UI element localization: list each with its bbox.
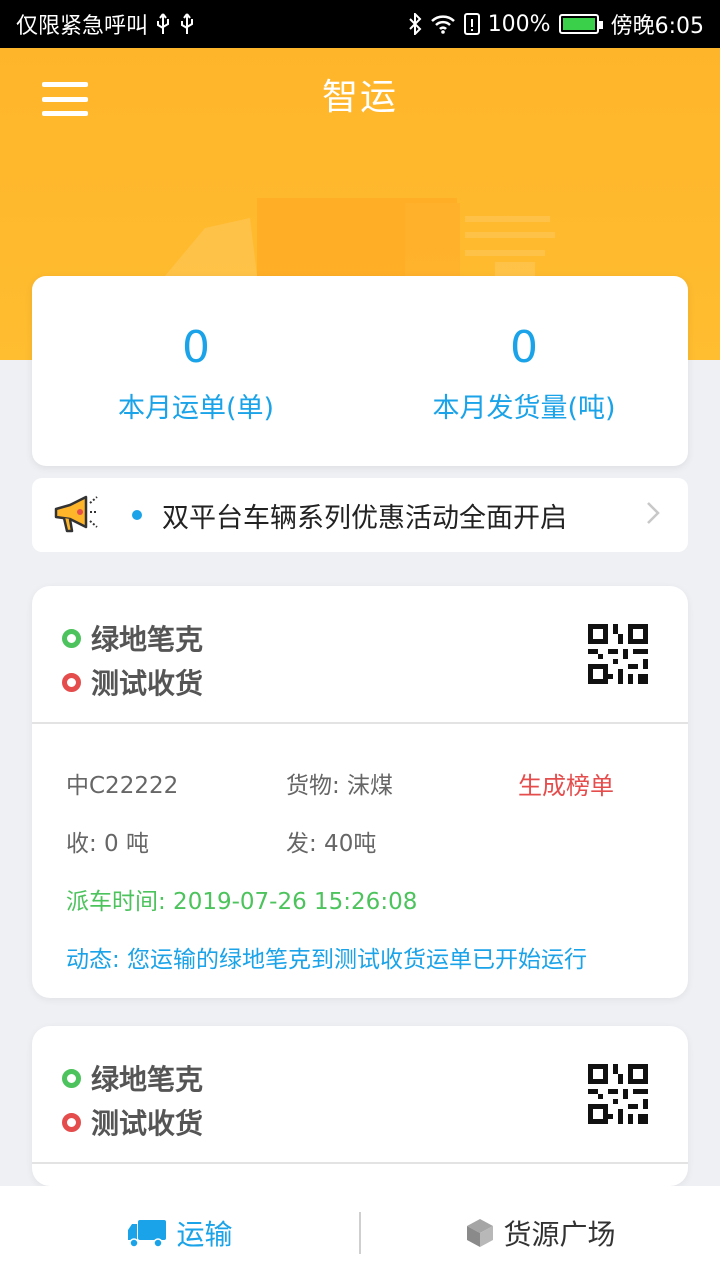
usb-icon: [181, 13, 194, 34]
bottom-tab-bar: 运输 货源广场: [0, 1186, 720, 1280]
tab-transport-label: 运输: [176, 1218, 233, 1251]
monthly-orders-value: 0: [182, 322, 210, 373]
notice-text: 双平台车辆系列优惠活动全面开启: [162, 502, 567, 534]
megaphone-icon: [54, 495, 98, 533]
usb-icon: [157, 13, 170, 34]
origin-dot-icon: [62, 1068, 81, 1088]
sent-amount: 发: 40吨: [286, 831, 377, 857]
chevron-right-icon: [646, 499, 676, 532]
battery-percent: 100%: [487, 11, 551, 37]
battery-icon: [558, 14, 603, 34]
notice-bullet: [132, 510, 142, 520]
order-route: 绿地笔克 测试收货: [32, 586, 688, 724]
tab-transport[interactable]: 运输: [0, 1213, 359, 1253]
received-amount: 收: 0 吨: [66, 831, 150, 857]
page-title: 智运: [321, 77, 398, 118]
order-route: 绿地笔克 测试收货: [32, 1026, 688, 1164]
order-dynamic: 动态: 您运输的绿地笔克到测试收货运单已开始运行: [66, 947, 588, 973]
announcement-bar[interactable]: 双平台车辆系列优惠活动全面开启: [32, 478, 688, 552]
monthly-orders-stat[interactable]: 0 本月运单(单): [32, 276, 360, 466]
stats-card: 0 本月运单(单) 0 本月发货量(吨): [32, 276, 688, 466]
plate-number: 中C22222: [66, 773, 179, 799]
bluetooth-icon: [408, 13, 422, 35]
sim-icon: [463, 13, 480, 35]
origin-name: 绿地笔克: [91, 623, 204, 656]
qr-code-icon[interactable]: [588, 1064, 648, 1124]
origin-name: 绿地笔克: [91, 1063, 204, 1096]
tab-cargo-square[interactable]: 货源广场: [361, 1213, 720, 1253]
destination-name: 测试收货: [91, 1107, 204, 1140]
box-icon: [467, 1219, 494, 1247]
order-details: 中C22222 货物: 沫煤 生成榜单 收: 0 吨 发: 40吨 派车时间: …: [32, 724, 688, 986]
truck-illustration: [165, 198, 555, 276]
origin-dot-icon: [62, 628, 81, 648]
destination-dot-icon: [62, 672, 81, 692]
monthly-volume-stat[interactable]: 0 本月发货量(吨): [360, 276, 688, 466]
destination-dot-icon: [62, 1112, 81, 1132]
wifi-icon: [430, 15, 455, 34]
monthly-orders-label: 本月运单(单): [117, 393, 275, 424]
truck-icon: [128, 1220, 167, 1248]
status-time: 傍晚6:05: [610, 14, 704, 39]
monthly-volume-label: 本月发货量(吨): [432, 393, 616, 424]
status-bar: 仅限紧急呼叫 100% 傍晚6:05: [0, 0, 720, 48]
dispatch-time: 派车时间: 2019-07-26 15:26:08: [66, 889, 418, 915]
generate-weighbill-button[interactable]: 生成榜单: [518, 766, 614, 801]
status-left-text: 仅限紧急呼叫: [16, 14, 149, 39]
destination-name: 测试收货: [91, 667, 204, 700]
order-card[interactable]: 绿地笔克 测试收货: [32, 1026, 688, 1186]
cargo-type: 货物: 沫煤: [286, 773, 394, 799]
tab-cargo-square-label: 货源广场: [503, 1218, 616, 1251]
order-card[interactable]: 绿地笔克 测试收货 中C22222 货物: 沫煤 生成榜单 收: 0 吨 发: …: [32, 586, 688, 998]
qr-code-icon[interactable]: [588, 624, 648, 684]
monthly-volume-value: 0: [510, 322, 538, 373]
